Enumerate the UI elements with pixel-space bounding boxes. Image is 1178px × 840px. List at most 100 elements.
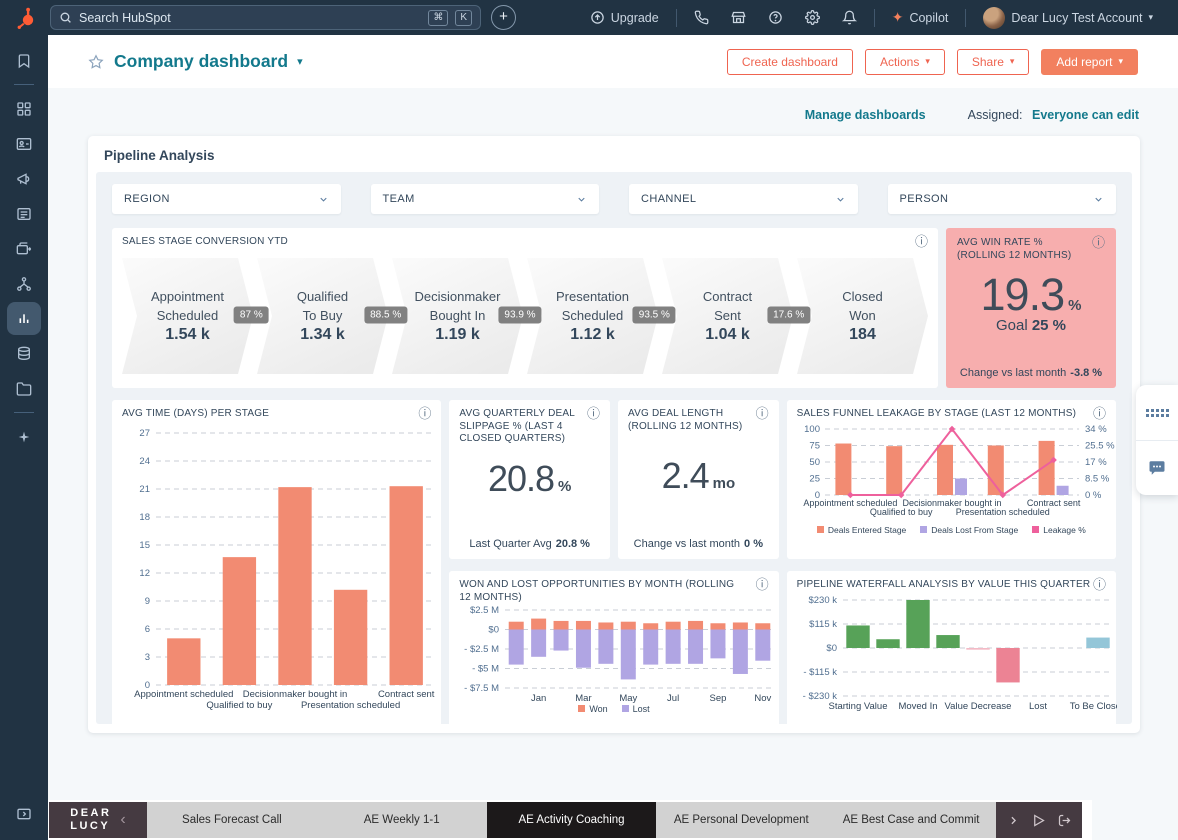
sidebar-item-commerce[interactable] <box>7 232 41 265</box>
channel-filter-select[interactable]: CHANNEL <box>629 184 858 214</box>
deal-slippage-card: AVG QUARTERLY DEAL SLIPPAGE % (LAST 4 CL… <box>449 400 610 559</box>
caret-down-icon: ▾ <box>925 56 930 67</box>
sidebar-collapse-toggle[interactable] <box>7 797 41 830</box>
manage-dashboards-link[interactable]: Manage dashboards <box>805 108 926 122</box>
deal-length-card: AVG DEAL LENGTH (ROLLING 12 MONTHS) ⓘ 2.… <box>618 400 779 559</box>
sidebar-item-content[interactable] <box>7 197 41 230</box>
add-report-button[interactable]: Add report▾ <box>1041 49 1138 75</box>
notifications-bell-icon[interactable] <box>831 10 868 25</box>
page-title: Company dashboard <box>114 51 288 72</box>
sidebar-item-marketing[interactable] <box>7 162 41 195</box>
won-lost-opportunities-card: WON AND LOST OPPORTUNITIES BY MONTH (ROL… <box>449 571 778 730</box>
info-icon[interactable]: ⓘ <box>418 408 431 421</box>
chevron-left-icon[interactable]: ‹ <box>120 811 125 829</box>
conversion-badge: 88.5 % <box>364 306 407 323</box>
svg-text:6: 6 <box>145 624 150 635</box>
region-filter-select[interactable]: REGION <box>112 184 341 214</box>
report-tab[interactable]: AE Best Case and Commit <box>826 802 996 838</box>
report-tab[interactable]: Sales Forecast Call <box>147 802 317 838</box>
team-filter-select[interactable]: TEAM <box>371 184 600 214</box>
deal-length-footer: Change vs last month0 % <box>618 538 779 550</box>
sidebar-item-data[interactable] <box>7 337 41 370</box>
nav-divider <box>676 9 677 27</box>
conversion-badge: 87 % <box>234 306 269 323</box>
leakage-legend: Deals Entered StageDeals Lost From Stage… <box>797 525 1106 535</box>
svg-text:- $5 M: - $5 M <box>472 664 499 675</box>
win-rate-goal: Goal 25 % <box>957 317 1105 334</box>
funnel-leakage-card: SALES FUNNEL LEAKAGE BY STAGE (LAST 12 M… <box>787 400 1116 559</box>
svg-text:34 %: 34 % <box>1085 424 1107 435</box>
dashboard-picker-caret[interactable]: ▾ <box>297 55 303 68</box>
svg-text:To Be Closed: To Be Closed <box>1069 701 1116 712</box>
svg-text:Nov: Nov <box>755 693 772 704</box>
conversion-badge: 17.6 % <box>767 306 810 323</box>
play-presentation-icon[interactable] <box>1031 813 1046 828</box>
pipeline-waterfall-card: PIPELINE WATERFALL ANALYSIS BY VALUE THI… <box>787 571 1116 730</box>
info-icon[interactable]: ⓘ <box>1092 237 1105 250</box>
sidebar-item-automations[interactable] <box>7 267 41 300</box>
dear-lucy-logo[interactable]: DEARLUCY ‹ <box>49 802 147 838</box>
upgrade-button[interactable]: Upgrade <box>579 10 670 25</box>
pipeline-analysis-title: Pipeline Analysis <box>104 148 1132 163</box>
calling-icon[interactable] <box>683 10 720 25</box>
funnel-title: SALES STAGE CONVERSION YTD <box>122 236 288 249</box>
marketplace-icon[interactable] <box>720 10 757 25</box>
help-icon[interactable] <box>757 10 794 25</box>
svg-text:Moved In: Moved In <box>898 701 937 712</box>
info-icon[interactable]: ⓘ <box>587 408 600 421</box>
apps-grid-button[interactable] <box>1136 385 1178 440</box>
share-button[interactable]: Share▾ <box>957 49 1030 75</box>
svg-text:- $7.5 M: - $7.5 M <box>464 683 499 694</box>
sidebar-item-ai-breeze[interactable] <box>7 420 41 453</box>
account-name: Dear Lucy Test Account <box>1011 11 1142 25</box>
svg-text:$0: $0 <box>826 643 837 654</box>
sidebar-item-reporting[interactable] <box>7 302 41 335</box>
info-icon[interactable]: ⓘ <box>915 236 928 249</box>
legend-item: Leakage % <box>1032 525 1086 535</box>
create-dashboard-button[interactable]: Create dashboard <box>727 49 853 75</box>
avg-time-title: AVG TIME (DAYS) PER STAGE <box>122 408 269 421</box>
report-tab[interactable]: AE Activity Coaching <box>487 802 657 838</box>
info-icon[interactable]: ⓘ <box>1093 408 1106 421</box>
svg-text:Mar: Mar <box>576 693 592 704</box>
svg-text:Qualified to buy: Qualified to buy <box>206 700 272 711</box>
svg-text:$0: $0 <box>489 625 500 636</box>
sales-stage-funnel: Appointment Scheduled1.54 kQualified To … <box>122 258 928 374</box>
person-filter-select[interactable]: PERSON <box>888 184 1117 214</box>
chevron-right-icon[interactable] <box>1007 814 1020 827</box>
slippage-footer: Last Quarter Avg20.8 % <box>449 538 610 550</box>
nav-divider <box>965 9 966 27</box>
svg-text:50: 50 <box>809 457 820 468</box>
filter-row: REGION TEAM CHANNEL PERSON <box>104 180 1124 228</box>
sidebar-item-library[interactable] <box>7 372 41 405</box>
deal-length-value: 2.4 <box>662 455 709 496</box>
dear-lucy-wordmark: DEARLUCY <box>70 807 111 832</box>
export-icon[interactable] <box>1057 813 1072 828</box>
waterfall-chart: $230 k$115 k$0- $115 k- $230 kStarting V… <box>797 592 1117 712</box>
sidebar-item-workspaces[interactable] <box>7 92 41 125</box>
hubspot-logo-icon[interactable] <box>0 6 50 30</box>
chat-bubble-button[interactable] <box>1136 440 1178 495</box>
settings-gear-icon[interactable] <box>794 10 831 25</box>
report-tab[interactable]: AE Personal Development <box>656 802 826 838</box>
info-icon[interactable]: ⓘ <box>1093 579 1106 592</box>
account-menu[interactable]: Dear Lucy Test Account ▾ <box>972 7 1164 29</box>
svg-text:Sep: Sep <box>710 693 727 704</box>
global-search-input[interactable]: Search HubSpot ⌘ K <box>50 5 481 30</box>
actions-button[interactable]: Actions▾ <box>865 49 945 75</box>
sidebar-item-bookmarks[interactable] <box>7 44 41 77</box>
caret-down-icon: ▾ <box>1118 56 1123 67</box>
svg-text:27: 27 <box>139 428 150 439</box>
report-tab[interactable]: AE Weekly 1-1 <box>317 802 487 838</box>
svg-text:17 %: 17 % <box>1085 457 1107 468</box>
report-tab-bar: DEARLUCY ‹ Sales Forecast CallAE Weekly … <box>49 802 1082 838</box>
favorite-star-icon[interactable] <box>88 54 104 70</box>
copilot-button[interactable]: ✦ Copilot <box>881 9 960 26</box>
quick-add-button[interactable]: + <box>491 5 516 30</box>
assigned-permission-link[interactable]: Everyone can edit <box>1032 108 1139 122</box>
sidebar-item-crm[interactable] <box>7 127 41 160</box>
info-icon[interactable]: ⓘ <box>756 579 769 592</box>
sales-stage-conversion-card: SALES STAGE CONVERSION YTD ⓘ Appointment… <box>112 228 938 388</box>
top-navigation: Search HubSpot ⌘ K + Upgrade ✦ Copilot <box>0 0 1178 35</box>
info-icon[interactable]: ⓘ <box>756 408 769 421</box>
